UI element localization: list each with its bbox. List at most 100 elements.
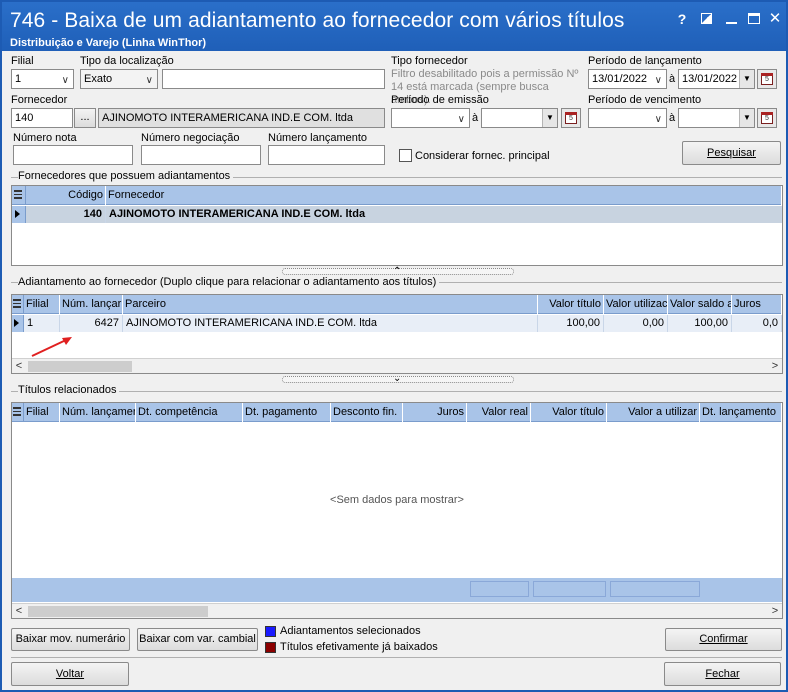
column-header-valor-a-utilizar[interactable]: Valor a utilizar <box>607 403 700 422</box>
calendar-icon[interactable] <box>757 108 777 128</box>
filial-value: 1 <box>15 73 22 85</box>
confirmar-button[interactable]: Confirmar <box>665 628 782 651</box>
column-header-dt-competencia[interactable]: Dt. competência <box>136 403 243 422</box>
adiantamentos-grid-header: Filial Núm. lançar Parceiro Valor título… <box>12 295 782 314</box>
column-header-juros[interactable]: Juros <box>403 403 467 422</box>
fornecedores-grid-header: Código Fornecedor <box>12 186 782 205</box>
considerar-checkbox[interactable] <box>399 149 412 162</box>
summary-cell-valor-a-utilizar <box>610 581 700 597</box>
close-icon[interactable]: ✕ <box>767 11 783 27</box>
column-header-valor-titulo[interactable]: Valor título <box>531 403 607 422</box>
periodo-emissao-label: Período de emissão <box>391 94 489 106</box>
dropdown-arrow-icon[interactable]: ▼ <box>739 109 754 127</box>
column-header-fornecedor[interactable]: Fornecedor <box>106 186 782 205</box>
numero-lancamento-input[interactable] <box>268 145 385 165</box>
column-header-dt-lancamento[interactable]: Dt. lançamento <box>700 403 782 422</box>
tipo-localizacao-select[interactable]: Exato ∨ <box>80 69 158 89</box>
confirmar-label: Confirmar <box>699 633 748 645</box>
fornecedor-codigo-input[interactable]: 140 <box>11 108 73 128</box>
grid-menu-icon[interactable] <box>12 403 24 422</box>
cell-num-lancamento: 6427 <box>60 315 123 332</box>
baixar-var-cambial-button[interactable]: Baixar com var. cambial <box>137 628 258 651</box>
cell-juros: 0,0 <box>732 315 782 332</box>
periodo-emissao-fim[interactable]: ▼ <box>481 108 558 128</box>
grid-menu-icon[interactable] <box>12 186 26 205</box>
column-header-codigo[interactable]: Código <box>26 186 106 205</box>
tipo-localizacao-label: Tipo da localização <box>80 55 174 67</box>
minimize-icon[interactable] <box>724 11 740 27</box>
chevron-down-icon: ∨ <box>654 114 662 125</box>
periodo-lancamento-inicio[interactable]: 13/01/2022 ∨ <box>588 69 667 89</box>
numero-lancamento-label: Número lançamento <box>268 132 368 144</box>
chevron-down-icon: ∨ <box>654 75 662 86</box>
scroll-right-icon[interactable]: > <box>768 359 782 373</box>
numero-negociacao-input[interactable] <box>141 145 261 165</box>
column-header-dt-pagamento[interactable]: Dt. pagamento <box>243 403 331 422</box>
table-row[interactable]: 140 AJINOMOTO INTERAMERICANA IND.E COM. … <box>12 206 782 223</box>
periodo-vencimento-label: Período de vencimento <box>588 94 702 106</box>
pesquisar-button[interactable]: Pesquisar <box>682 141 781 165</box>
numero-nota-input[interactable] <box>13 145 133 165</box>
current-row-icon <box>15 210 20 218</box>
dropdown-arrow-icon[interactable]: ▼ <box>739 70 754 88</box>
cell-valor-saldo: 100,00 <box>668 315 732 332</box>
considerar-label: Considerar fornec. principal <box>415 150 550 162</box>
legend-baixados-swatch <box>265 642 276 653</box>
chevron-down-icon: ∨ <box>457 114 465 125</box>
periodo-lancamento-fim-value: 13/01/2022 <box>682 73 738 85</box>
column-header-valor-titulo[interactable]: Valor título <box>538 295 604 314</box>
column-header-valor-saldo[interactable]: Valor saldo a <box>668 295 732 314</box>
scroll-left-icon[interactable]: < <box>12 359 26 373</box>
main-window: 746 - Baixa de um adiantamento ao fornec… <box>0 0 788 692</box>
calendar-icon[interactable] <box>561 108 581 128</box>
column-header-parceiro[interactable]: Parceiro <box>123 295 538 314</box>
numero-negociacao-label: Número negociação <box>141 132 240 144</box>
column-header-num-lancamento[interactable]: Núm. lançar <box>60 295 123 314</box>
cell-valor-utilizado: 0,00 <box>604 315 668 332</box>
column-header-juros[interactable]: Juros <box>732 295 782 314</box>
maximize-icon[interactable] <box>746 11 762 27</box>
horizontal-scrollbar[interactable]: < > <box>12 603 782 618</box>
title-bar: 746 - Baixa de um adiantamento ao fornec… <box>2 2 786 51</box>
table-row[interactable]: 1 6427 AJINOMOTO INTERAMERICANA IND.E CO… <box>12 315 782 332</box>
chevron-down-icon[interactable]: ⌄ <box>393 374 401 384</box>
cell-fornecedor: AJINOMOTO INTERAMERICANA IND.E COM. ltda <box>106 206 782 223</box>
scroll-left-icon[interactable]: < <box>12 604 26 618</box>
periodo-vencimento-fim[interactable]: ▼ <box>678 108 755 128</box>
dropdown-arrow-icon[interactable]: ▼ <box>542 109 557 127</box>
horizontal-scrollbar[interactable]: < > <box>12 358 782 373</box>
column-header-filial[interactable]: Filial <box>24 403 60 422</box>
calendar-icon[interactable] <box>757 69 777 89</box>
fornecedor-label: Fornecedor <box>11 94 68 106</box>
row-indicator <box>12 206 26 223</box>
cell-codigo: 140 <box>26 206 106 223</box>
column-header-filial[interactable]: Filial <box>24 295 60 314</box>
scroll-thumb[interactable] <box>28 606 208 617</box>
resize-icon[interactable] <box>699 11 715 27</box>
current-row-icon <box>14 319 19 327</box>
a-label: à <box>669 73 676 85</box>
summary-cell-valor-titulo <box>533 581 606 597</box>
help-icon[interactable]: ? <box>674 11 690 27</box>
grid-footer-summary <box>12 578 782 602</box>
baixar-mov-numerario-button[interactable]: Baixar mov. numerário <box>11 628 130 651</box>
column-header-num-lancamento[interactable]: Núm. lançamer <box>60 403 136 422</box>
scroll-right-icon[interactable]: > <box>768 604 782 618</box>
voltar-button[interactable]: Voltar <box>11 662 129 686</box>
adiantamentos-grid: Filial Núm. lançar Parceiro Valor título… <box>11 294 783 374</box>
column-header-valor-real[interactable]: Valor real <box>467 403 531 422</box>
titulos-grid-header: Filial Núm. lançamer Dt. competência Dt.… <box>12 403 782 422</box>
column-header-valor-utilizado[interactable]: Valor utilizac <box>604 295 668 314</box>
scroll-thumb[interactable] <box>28 361 132 372</box>
localizacao-input[interactable] <box>162 69 385 89</box>
periodo-vencimento-inicio[interactable]: ∨ <box>588 108 667 128</box>
filial-label: Filial <box>11 55 34 67</box>
fornecedor-search-button[interactable]: ... <box>74 108 96 128</box>
numero-nota-label: Número nota <box>13 132 77 144</box>
grid-menu-icon[interactable] <box>12 295 24 314</box>
filial-select[interactable]: 1 ∨ <box>11 69 74 89</box>
fechar-button[interactable]: Fechar <box>664 662 781 686</box>
periodo-emissao-inicio[interactable]: ∨ <box>391 108 470 128</box>
periodo-lancamento-fim[interactable]: 13/01/2022 ▼ <box>678 69 755 89</box>
column-header-desconto-fin[interactable]: Desconto fin. <box>331 403 403 422</box>
